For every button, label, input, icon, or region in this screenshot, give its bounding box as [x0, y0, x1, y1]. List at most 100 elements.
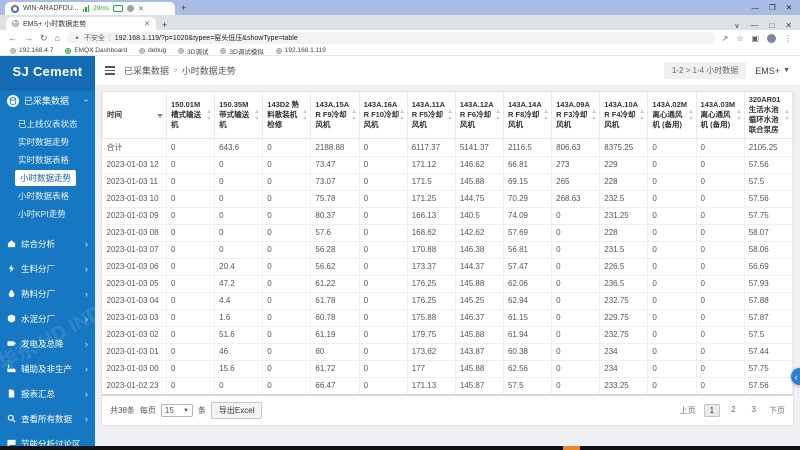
column-header[interactable]: 320AR01 生活水池循环水池联合泵房	[743, 92, 794, 139]
value-cell: 146.37	[455, 308, 504, 326]
session-options-icon[interactable]	[127, 5, 135, 12]
app-window: SJ Cement 已采集数据 › 已上线仪表状态 实时数据走势 实时数据表格 小时数…	[0, 56, 800, 446]
value-cell: 232.75	[599, 291, 649, 309]
value-cell: 57.47	[503, 257, 553, 275]
value-cell: 0	[166, 359, 216, 377]
not-secure-warning-icon: ▲	[73, 35, 80, 41]
column-header[interactable]: 143A.02M 离心通风机 (备用)	[647, 92, 697, 139]
minimize-browser-icon[interactable]: —	[750, 21, 758, 30]
value-cell: 144.37	[455, 257, 504, 275]
address-bar[interactable]: ▲ 不安全 | 192.168.1.119/?p=1020&typee=窑头低压…	[66, 32, 715, 44]
column-header[interactable]: 时间	[102, 92, 167, 139]
reload-icon[interactable]: ↻	[40, 33, 48, 43]
sidebar-subitem[interactable]: 小时数据走势	[15, 170, 77, 186]
column-header[interactable]: 143A.09AR F3冷却风机	[551, 92, 601, 139]
sidebar-item[interactable]: 报表汇总 ›	[0, 381, 95, 406]
value-cell: 0	[647, 223, 697, 241]
page-size-value: 15	[164, 406, 174, 415]
remote-session-tab[interactable]: WIN-ARADFDU... 29ms ✕	[5, 2, 175, 15]
bookmark-item[interactable]: 192.168.4.7	[10, 47, 53, 54]
back-icon[interactable]: ←	[8, 33, 17, 43]
close-browser-icon[interactable]: ✕	[785, 21, 792, 30]
browser-menu-icon[interactable]: ⋮	[784, 34, 792, 43]
sort-icon	[640, 109, 645, 120]
value-cell: 0	[696, 172, 745, 190]
sidebar-item[interactable]: 生料分厂 ›	[0, 256, 95, 281]
maximize-browser-icon[interactable]: □	[769, 21, 774, 30]
forward-icon[interactable]: →	[24, 33, 33, 43]
profile-avatar[interactable]	[767, 33, 776, 43]
column-header[interactable]: 143A.15AR F9冷却风机	[310, 92, 360, 139]
page-size-select[interactable]: 15 ▼	[160, 404, 193, 417]
value-cell: 60.38	[503, 342, 553, 360]
home-icon[interactable]: ⌂	[55, 33, 60, 43]
sidebar-subitem[interactable]: 实时数据走势	[0, 133, 95, 151]
chevron-right-icon: ›	[85, 363, 88, 374]
hd-quality-badge-icon[interactable]	[113, 5, 124, 12]
new-session-button[interactable]: +	[181, 3, 186, 13]
sidebar-item[interactable]: 熟料分厂 ›	[0, 281, 95, 306]
next-page-button[interactable]: 下页	[769, 405, 785, 416]
sidebar-item[interactable]: 综合分析 ›	[0, 231, 95, 256]
sidebar-group-collected-data[interactable]: 已采集数据 ›	[0, 88, 95, 113]
new-tab-button[interactable]: +	[162, 20, 167, 30]
column-header[interactable]: 143A.03M 离心通风机 (备用)	[695, 92, 745, 139]
remote-desktop-titlebar: WIN-ARADFDU... 29ms ✕ + — ❐ ✕	[0, 0, 800, 15]
ems-dropdown[interactable]: EMS+ ▼	[755, 66, 790, 76]
sidebar-subitem[interactable]: 小时KPI走势	[0, 205, 95, 223]
page-button[interactable]: 1	[703, 404, 721, 417]
sidebar-subitem[interactable]: 实时数据表格	[0, 151, 95, 169]
sidebar-subitem[interactable]: 小时数据表格	[0, 187, 95, 205]
value-cell: 0	[359, 155, 408, 173]
column-header[interactable]: 143A.12AR F6冷却风机	[454, 92, 504, 139]
prev-page-button[interactable]: 上页	[680, 405, 696, 416]
column-header[interactable]: 150.01M 槽式输送机	[165, 92, 216, 139]
value-cell: 0	[214, 189, 264, 207]
window-controls: — ❐ ✕	[751, 3, 800, 12]
bookmark-item[interactable]: debug	[139, 47, 166, 54]
hamburger-menu-icon[interactable]	[105, 66, 115, 75]
side-panel-icon[interactable]: ▣	[751, 34, 759, 43]
column-header[interactable]: 143A.14AR F8冷却风机	[502, 92, 553, 139]
restore-window-icon[interactable]: ❐	[769, 3, 776, 12]
value-cell: 57.5	[744, 325, 794, 343]
time-cell: 合计	[102, 137, 167, 156]
bookmark-item[interactable]: 3D调试模拟	[220, 46, 264, 56]
column-header[interactable]: 143A.16AR F10冷却风机	[358, 92, 408, 139]
column-header[interactable]: 143A.10AR F4冷却风机	[599, 92, 649, 139]
browser-tab[interactable]: EMS+ 小时数据走势 ✕	[6, 17, 156, 30]
bookmark-star-icon[interactable]: ☆	[736, 34, 743, 43]
sidebar-item[interactable]: 发电及总降 ›	[0, 331, 95, 356]
column-header[interactable]: 150.35M 带式输送机	[214, 92, 264, 139]
page-button[interactable]: 3	[747, 404, 761, 417]
close-session-icon[interactable]: ✕	[138, 5, 144, 13]
minimize-window-icon[interactable]: —	[751, 3, 759, 12]
bookmark-item[interactable]: 3D调试	[178, 46, 208, 56]
column-label: 143A.12AR F6冷却风机	[459, 100, 494, 129]
sidebar-item[interactable]: 查看所有数据 ›	[0, 406, 95, 431]
bookmark-item[interactable]: EMQX Dashboard	[65, 47, 127, 54]
page-button[interactable]: 2	[726, 404, 740, 417]
export-excel-button[interactable]: 导出Excel	[210, 402, 263, 419]
column-label: 143D2 熟料散装机检修	[267, 100, 299, 129]
sidebar-item[interactable]: 节能分析讨论区	[0, 431, 95, 446]
value-cell: 0	[647, 155, 697, 173]
value-cell: 80.37	[310, 206, 360, 224]
column-header[interactable]: 143A.11AR F5冷却风机	[406, 92, 456, 139]
share-icon[interactable]: ↗	[722, 34, 729, 43]
bookmark-item[interactable]: 192.168.1.119	[275, 47, 326, 54]
value-cell: 0	[262, 325, 312, 343]
sidebar-subitem[interactable]: 已上线仪表状态	[0, 115, 95, 133]
tab-search-chevron-icon[interactable]: ∨	[734, 22, 739, 30]
sidebar-item[interactable]: 辅助及非生产 ›	[0, 356, 95, 381]
bookmark-label: EMQX Dashboard	[74, 47, 128, 54]
value-cell: 0	[262, 172, 312, 190]
close-window-icon[interactable]: ✕	[786, 3, 792, 12]
close-tab-icon[interactable]: ✕	[144, 20, 150, 28]
column-header[interactable]: 143D2 熟料散装机检修	[262, 92, 312, 139]
sidebar-item[interactable]: 水泥分厂 ›	[0, 306, 95, 331]
table-row: 2023-01-03 04 0 4.4 0 61.78 0 176.25 145.25 62.9…	[102, 291, 794, 309]
breadcrumb-root[interactable]: 已采集数据	[124, 64, 169, 77]
battery-icon	[7, 339, 16, 348]
value-cell: 57.69	[503, 223, 553, 241]
